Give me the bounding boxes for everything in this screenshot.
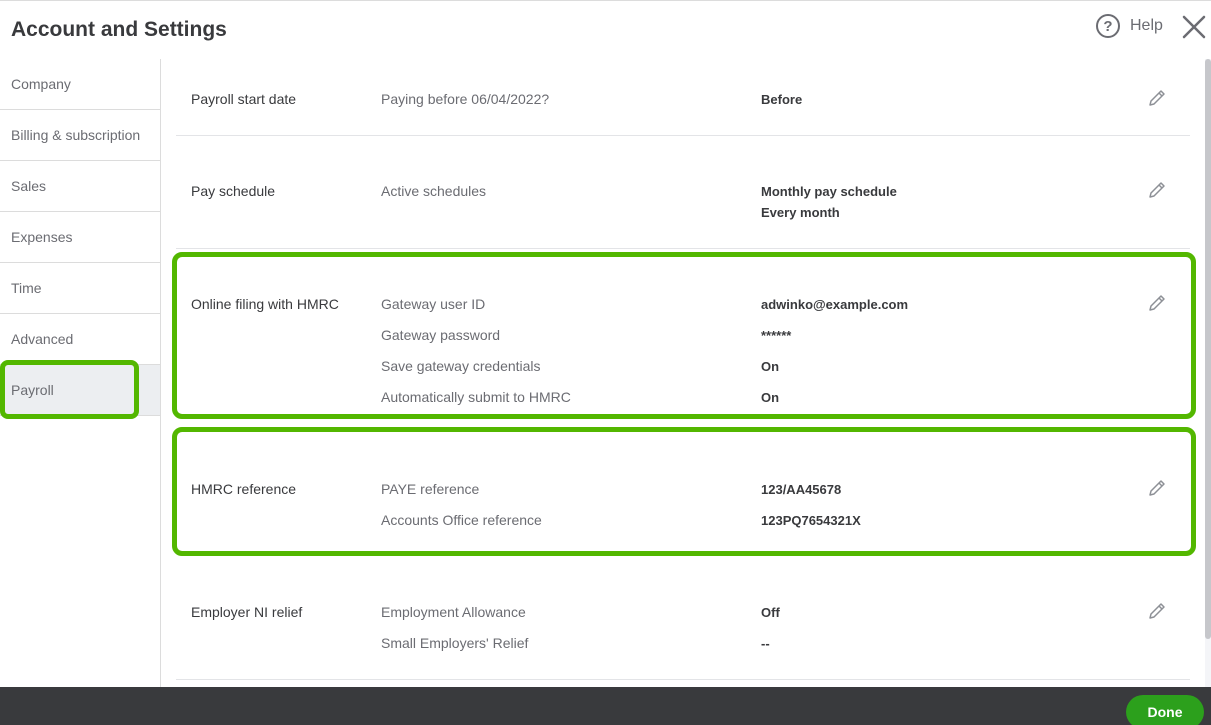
settings-footer: Done bbox=[0, 687, 1211, 725]
field-value: Before bbox=[761, 92, 803, 107]
sidebar-item-payroll[interactable]: Payroll bbox=[0, 365, 160, 416]
edit-pay-schedule-button[interactable] bbox=[1146, 179, 1168, 201]
pay-schedule-section: Pay schedule Active schedules Monthly pa… bbox=[176, 136, 1190, 249]
settings-sidebar: Company Billing & subscription Sales Exp… bbox=[0, 59, 161, 687]
page-title: Account and Settings bbox=[11, 18, 227, 41]
field-value: On bbox=[761, 359, 780, 374]
field-label: Paying before 06/04/2022? bbox=[381, 91, 550, 107]
field-label: Accounts Office reference bbox=[381, 512, 542, 528]
help-circle-icon: ? bbox=[1096, 14, 1120, 38]
field-value: On bbox=[761, 390, 780, 405]
field-value-secondary: Every month bbox=[761, 205, 840, 220]
field-label: Gateway user ID bbox=[381, 296, 486, 312]
close-icon bbox=[1182, 15, 1206, 39]
edit-payroll-start-button[interactable] bbox=[1146, 87, 1168, 109]
pencil-icon bbox=[1149, 182, 1165, 198]
field-label: Small Employers' Relief bbox=[381, 635, 529, 651]
sidebar-item-advanced[interactable]: Advanced bbox=[0, 314, 160, 365]
pencil-icon bbox=[1149, 603, 1165, 619]
section-title: Pay schedule bbox=[191, 183, 276, 199]
field-label: Automatically submit to HMRC bbox=[381, 389, 571, 405]
scrollbar-thumb[interactable] bbox=[1205, 59, 1211, 639]
payroll-settings-panel: Payroll start date Paying before 06/04/2… bbox=[161, 59, 1205, 687]
field-value: Off bbox=[761, 605, 780, 620]
field-label: Gateway password bbox=[381, 327, 501, 343]
field-value: 123PQ7654321X bbox=[761, 513, 861, 528]
field-label: Save gateway credentials bbox=[381, 358, 541, 374]
edit-employer-ni-button[interactable] bbox=[1146, 600, 1168, 622]
pencil-icon bbox=[1149, 480, 1165, 496]
help-label: Help bbox=[1130, 17, 1163, 34]
sidebar-item-company[interactable]: Company bbox=[0, 59, 160, 110]
field-label: Active schedules bbox=[381, 183, 487, 199]
divider bbox=[176, 679, 1190, 680]
settings-header: Account and Settings ? Help bbox=[0, 0, 1211, 59]
section-title: Employer NI relief bbox=[191, 604, 303, 620]
done-button[interactable]: Done bbox=[1126, 695, 1204, 725]
field-value: adwinko@example.com bbox=[761, 297, 909, 312]
field-value: 123/AA45678 bbox=[761, 482, 842, 497]
field-value: Monthly pay schedule bbox=[761, 184, 897, 199]
pencil-icon bbox=[1149, 295, 1165, 311]
sidebar-item-expenses[interactable]: Expenses bbox=[0, 212, 160, 263]
help-link[interactable]: ? Help bbox=[1096, 14, 1163, 38]
edit-online-filing-button[interactable] bbox=[1146, 292, 1168, 314]
pencil-icon bbox=[1149, 90, 1165, 106]
employer-ni-relief-section: Employer NI relief Employment Allowance … bbox=[176, 554, 1190, 680]
content-scrollbar[interactable] bbox=[1205, 59, 1211, 687]
close-button[interactable] bbox=[1180, 13, 1208, 41]
hmrc-reference-section: HMRC reference PAYE reference 123/AA4567… bbox=[176, 424, 1190, 554]
section-title: Online filing with HMRC bbox=[191, 296, 339, 312]
online-filing-section: Online filing with HMRC Gateway user ID … bbox=[176, 249, 1190, 419]
field-value: ****** bbox=[761, 328, 792, 343]
sidebar-item-billing[interactable]: Billing & subscription bbox=[0, 110, 160, 161]
sidebar-item-sales[interactable]: Sales bbox=[0, 161, 160, 212]
field-label: Employment Allowance bbox=[381, 604, 526, 620]
edit-hmrc-reference-button[interactable] bbox=[1146, 477, 1168, 499]
section-title: Payroll start date bbox=[191, 91, 297, 107]
field-label: PAYE reference bbox=[381, 481, 480, 497]
field-value: -- bbox=[761, 636, 770, 651]
sidebar-item-time[interactable]: Time bbox=[0, 263, 160, 314]
payroll-start-date-section: Payroll start date Paying before 06/04/2… bbox=[176, 59, 1190, 136]
section-title: HMRC reference bbox=[191, 481, 297, 497]
